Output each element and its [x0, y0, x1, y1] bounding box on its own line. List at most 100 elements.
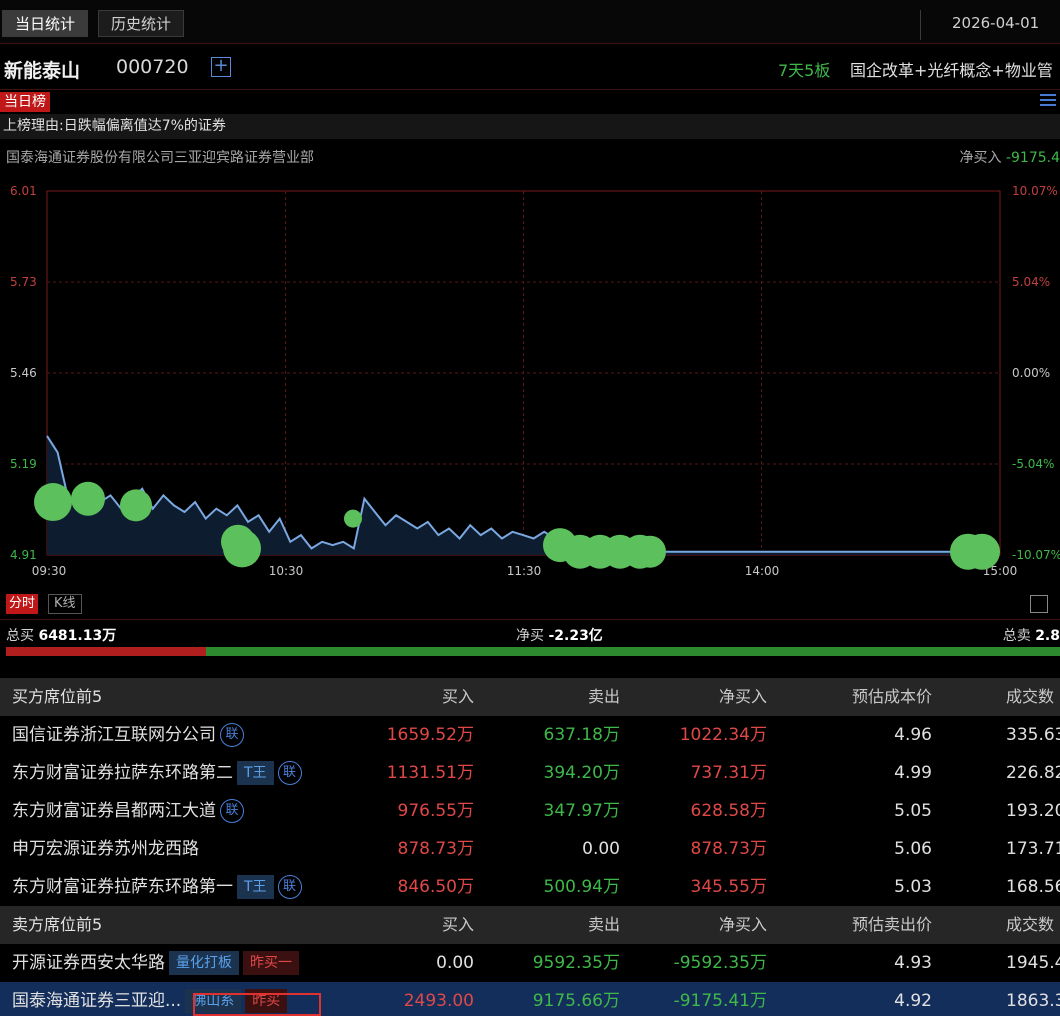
- seat-name[interactable]: 国信证券浙江互联网分公司联: [12, 716, 244, 754]
- sell-amount: 347.97万: [543, 801, 620, 821]
- col-header-sell-price[interactable]: 预估卖出价: [852, 906, 932, 944]
- daily-list-badge[interactable]: 当日榜: [0, 92, 50, 112]
- seat-name-text: 国信证券浙江互联网分公司: [12, 725, 216, 745]
- seat-name[interactable]: 东方财富证券拉萨东环路第一 T王联: [12, 868, 302, 906]
- col-header-volume[interactable]: 成交数: [1006, 678, 1054, 716]
- seat-name[interactable]: 申万宏源证券苏州龙西路: [12, 830, 199, 868]
- buy-amount: 0.00: [436, 953, 474, 973]
- seat-name-text: 申万宏源证券苏州龙西路: [12, 839, 199, 859]
- seat-tag[interactable]: 量化打板: [169, 951, 239, 975]
- volume: 168.56: [1006, 877, 1060, 897]
- net-amount: 878.73万: [690, 839, 767, 859]
- x-tick-label: 09:30: [32, 564, 67, 578]
- col-header-volume[interactable]: 成交数: [1006, 906, 1054, 944]
- col-header-buy-seats: 买方席位前5: [12, 687, 103, 706]
- price-area: [47, 435, 1000, 555]
- y-tick-label-right: -5.04%: [1012, 457, 1054, 471]
- sell-table-header: 卖方席位前5 买入 卖出 净买入 预估卖出价 成交数: [0, 906, 1060, 944]
- date-selector[interactable]: 2026-04-01: [952, 14, 1039, 32]
- table-row[interactable]: 东方财富证券拉萨东环路第一 T王联 846.50万 500.94万 345.55万 5.0…: [0, 868, 1060, 906]
- col-header-net[interactable]: 净买入: [719, 678, 767, 716]
- total-sell: 总卖 2.8: [1003, 625, 1060, 645]
- volume: 1863.39: [1006, 991, 1060, 1011]
- y-tick-label-right: 0.00%: [1012, 366, 1050, 380]
- sell-price: 4.92: [894, 991, 932, 1011]
- col-header-buy[interactable]: 买入: [442, 906, 474, 944]
- broker-name: 国泰海通证券股份有限公司三亚迎宾路证券营业部: [6, 150, 314, 166]
- volume: 173.71: [1006, 839, 1060, 859]
- total-sell-value: 2.8: [1035, 628, 1060, 644]
- tab-kline[interactable]: K线: [48, 594, 82, 614]
- seat-tag[interactable]: T王: [237, 761, 274, 785]
- col-header-buy[interactable]: 买入: [442, 678, 474, 716]
- net-amount: 345.55万: [690, 877, 767, 897]
- seat-tag[interactable]: T王: [237, 875, 274, 899]
- table-row[interactable]: 开源证券西安太华路 量化打板 昨买一 0.00 9592.35万 -9592.35万 4.9…: [0, 944, 1060, 982]
- col-header-sell[interactable]: 卖出: [588, 906, 620, 944]
- x-tick-label: 10:30: [269, 564, 304, 578]
- list-header: 当日榜: [0, 90, 1060, 114]
- net-amount: 737.31万: [690, 763, 767, 783]
- stock-name[interactable]: 新能泰山: [4, 56, 80, 83]
- list-icon[interactable]: [1040, 94, 1056, 108]
- divider: [920, 10, 921, 40]
- col-header-sell[interactable]: 卖出: [588, 678, 620, 716]
- intraday-chart-panel: 国泰海通证券股份有限公司三亚迎宾路证券营业部 净买入 -9175.4 6.01 5…: [0, 139, 1060, 617]
- buy-amount: 878.73万: [397, 839, 474, 859]
- seat-name-text: 东方财富证券拉萨东环路第二: [12, 763, 233, 783]
- sell-amount: 9175.66万: [532, 991, 620, 1011]
- y-tick-label-left: 5.19: [10, 457, 37, 471]
- seat-name[interactable]: 开源证券西安太华路 量化打板 昨买一: [12, 944, 299, 982]
- chart-mode-tabs: 分时 K线: [0, 592, 1060, 616]
- volume: 1945.48: [1006, 953, 1060, 973]
- x-tick-label: 11:30: [507, 564, 542, 578]
- y-tick-label-left: 6.01: [10, 184, 37, 198]
- cost-price: 4.99: [894, 763, 932, 783]
- tab-daily-stats[interactable]: 当日统计: [2, 10, 89, 37]
- tab-history-stats[interactable]: 历史统计: [98, 10, 185, 37]
- cost-price: 5.06: [894, 839, 932, 859]
- seat-name-text: 国泰海通证券三亚迎...: [12, 991, 182, 1011]
- cost-price: 5.03: [894, 877, 932, 897]
- tab-timeshare[interactable]: 分时: [6, 594, 39, 614]
- total-buy: 总买 6481.13万: [6, 625, 116, 645]
- table-row[interactable]: 国泰海通证券三亚迎... 佛山系 昨买 2493.00 9175.66万 -9175.41…: [0, 982, 1060, 1016]
- y-tick-label-right: 10.07%: [1012, 184, 1058, 198]
- net-amount: -9592.35万: [673, 953, 767, 973]
- trade-marker: [223, 529, 261, 568]
- col-header-net[interactable]: 净买入: [719, 906, 767, 944]
- sell-amount: 394.20万: [543, 763, 620, 783]
- seat-name[interactable]: 东方财富证券昌都两江大道联: [12, 792, 244, 830]
- expand-icon[interactable]: [1030, 595, 1048, 613]
- seat-table: 买方席位前5 买入 卖出 净买入 预估成本价 成交数 国信证券浙江互联网分公司联…: [0, 678, 1060, 1016]
- net-buy-value: -9175.4: [1005, 150, 1060, 166]
- table-row[interactable]: 东方财富证券昌都两江大道联 976.55万 347.97万 628.58万 5.05 19…: [0, 792, 1060, 830]
- highlight-box: [193, 993, 321, 1016]
- seat-name[interactable]: 东方财富证券拉萨东环路第二 T王联: [12, 754, 302, 792]
- seat-name-text: 开源证券西安太华路: [12, 953, 165, 973]
- link-icon[interactable]: 联: [277, 761, 302, 785]
- table-row[interactable]: 申万宏源证券苏州龙西路 878.73万 0.00 878.73万 5.06 173.71: [0, 830, 1060, 868]
- sell-amount: 500.94万: [543, 877, 620, 897]
- trade-marker: [34, 483, 72, 522]
- y-tick-label-left: 5.73: [10, 275, 37, 289]
- total-net-value: -2.23亿: [548, 628, 603, 644]
- sell-price: 4.93: [894, 953, 932, 973]
- buy-amount: 1131.51万: [386, 763, 474, 783]
- table-row[interactable]: 国信证券浙江互联网分公司联 1659.52万 637.18万 1022.34万 4.96…: [0, 716, 1060, 754]
- volume: 226.82: [1006, 763, 1060, 783]
- top-bar: 当日统计 历史统计 2026-04-01: [0, 0, 1060, 44]
- total-net-label: 净买: [516, 628, 544, 644]
- volume: 193.20: [1006, 801, 1060, 821]
- plus-square-icon[interactable]: +: [211, 57, 231, 77]
- link-icon[interactable]: 联: [277, 875, 302, 899]
- table-row[interactable]: 东方财富证券拉萨东环路第二 T王联 1131.51万 394.20万 737.31万 4.…: [0, 754, 1060, 792]
- seat-tag[interactable]: 昨买一: [243, 951, 299, 975]
- col-header-cost-price[interactable]: 预估成本价: [852, 678, 932, 716]
- link-icon[interactable]: 联: [220, 799, 244, 823]
- buy-amount: 846.50万: [397, 877, 474, 897]
- cost-price: 5.05: [894, 801, 932, 821]
- trade-marker: [120, 489, 152, 522]
- link-icon[interactable]: 联: [220, 723, 244, 747]
- net-amount: 628.58万: [690, 801, 767, 821]
